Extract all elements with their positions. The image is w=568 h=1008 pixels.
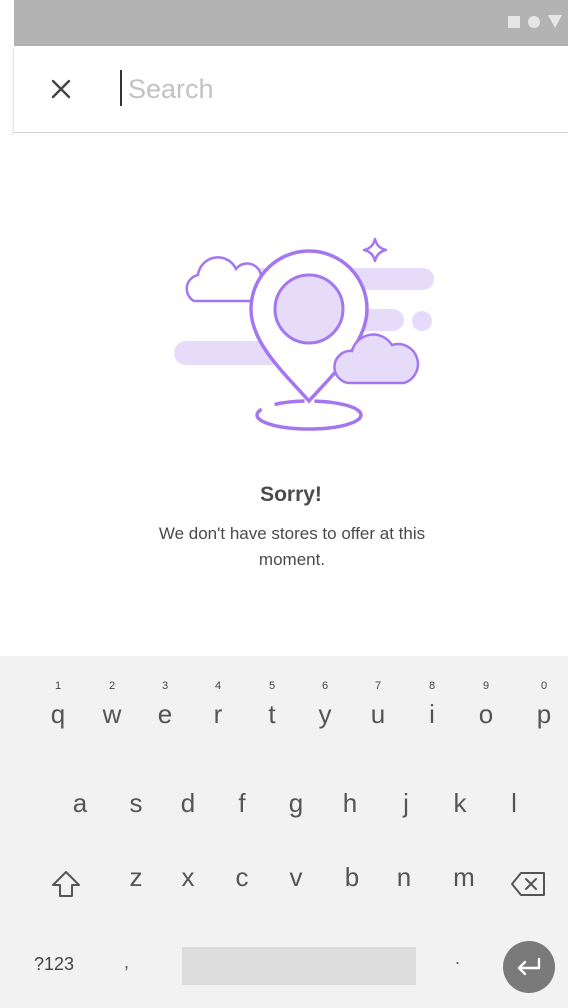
key-x[interactable]: x — [168, 854, 208, 910]
backspace-key[interactable] — [504, 856, 552, 912]
key-a[interactable]: a — [60, 780, 100, 836]
key-y[interactable]: 6y — [305, 680, 345, 736]
empty-state-title: Sorry! — [260, 483, 322, 506]
key-i[interactable]: 8i — [412, 680, 452, 736]
comma-key[interactable]: , — [124, 952, 129, 973]
backspace-icon — [511, 872, 545, 896]
shift-key[interactable] — [44, 856, 88, 912]
key-l[interactable]: l — [494, 780, 534, 836]
key-d[interactable]: d — [168, 780, 208, 836]
key-j[interactable]: j — [386, 780, 426, 836]
key-m[interactable]: m — [444, 854, 484, 910]
key-e[interactable]: 3e — [145, 680, 185, 736]
triangle-icon — [548, 15, 562, 28]
square-icon — [508, 15, 520, 28]
empty-state-message: We don't have stores to offer at this mo… — [158, 524, 426, 569]
symbols-key[interactable]: ?123 — [34, 954, 74, 975]
search-input[interactable] — [126, 68, 530, 110]
key-z[interactable]: z — [116, 854, 156, 910]
key-s[interactable]: s — [116, 780, 156, 836]
key-n[interactable]: n — [384, 854, 424, 910]
key-w[interactable]: 2w — [92, 680, 132, 736]
status-icons — [508, 15, 562, 28]
enter-key[interactable] — [503, 941, 555, 993]
key-q[interactable]: 1q — [38, 680, 78, 736]
key-p[interactable]: 0p — [524, 680, 564, 736]
key-v[interactable]: v — [276, 854, 316, 910]
screen-edge — [0, 0, 14, 656]
key-c[interactable]: c — [222, 854, 262, 910]
key-h[interactable]: h — [330, 780, 370, 836]
period-key[interactable]: . — [455, 948, 460, 969]
search-bar — [14, 46, 568, 133]
key-r[interactable]: 4r — [198, 680, 238, 736]
soft-keyboard: 1q 2w 3e 4r 5t 6y 7u 8i 9o 0p a s d f g … — [0, 656, 568, 1008]
key-u[interactable]: 7u — [358, 680, 398, 736]
key-t[interactable]: 5t — [252, 680, 292, 736]
status-bar — [14, 0, 568, 46]
key-k[interactable]: k — [440, 780, 480, 836]
key-b[interactable]: b — [332, 854, 372, 910]
circle-icon — [528, 15, 540, 28]
shift-icon — [52, 871, 80, 897]
empty-state: Sorry! We don't have stores to offer at … — [14, 133, 568, 656]
close-icon — [51, 79, 71, 99]
key-g[interactable]: g — [276, 780, 316, 836]
key-o[interactable]: 9o — [466, 680, 506, 736]
location-pin-illustration — [174, 237, 434, 431]
enter-icon — [517, 957, 541, 976]
space-key[interactable] — [182, 947, 416, 985]
close-button[interactable] — [44, 72, 78, 106]
key-f[interactable]: f — [222, 780, 262, 836]
text-cursor — [120, 70, 122, 106]
